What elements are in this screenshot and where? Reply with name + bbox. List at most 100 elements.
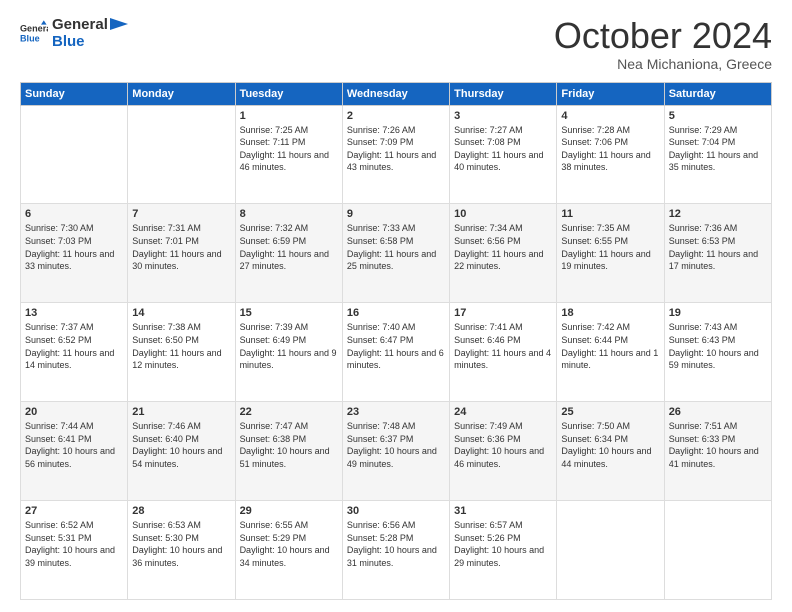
- day-info: Sunrise: 7:37 AM Sunset: 6:52 PM Dayligh…: [25, 321, 123, 371]
- day-info: Sunrise: 7:42 AM Sunset: 6:44 PM Dayligh…: [561, 321, 659, 371]
- header-sunday: Sunday: [21, 82, 128, 105]
- table-row: 9Sunrise: 7:33 AM Sunset: 6:58 PM Daylig…: [342, 204, 449, 303]
- table-row: 30 Sunrise: 6:56 AM Sunset: 5:28 PM Dayli…: [342, 501, 449, 600]
- day-info: Sunrise: 7:51 AM Sunset: 6:33 PM Dayligh…: [669, 420, 767, 470]
- table-row: 1 Sunrise: 7:25 AM Sunset: 7:11 PM Daylig…: [235, 105, 342, 204]
- table-row: 23 Sunrise: 7:48 AM Sunset: 6:37 PM Dayli…: [342, 402, 449, 501]
- day-number: 3: [454, 110, 552, 122]
- day-info: Sunrise: 7:29 AM Sunset: 7:04 PM Dayligh…: [669, 124, 767, 174]
- calendar-week-row: 20 Sunrise: 7:44 AM Sunset: 6:41 PM Dayli…: [21, 402, 772, 501]
- day-info: Sunrise: 7:30 AM Sunset: 7:03 PM Dayligh…: [25, 222, 123, 272]
- day-info: Sunrise: 7:33 AM Sunset: 6:58 PM Dayligh…: [347, 222, 445, 272]
- day-info: Sunrise: 7:35 AM Sunset: 6:55 PM Dayligh…: [561, 222, 659, 272]
- location-subtitle: Nea Michaniona, Greece: [554, 56, 772, 72]
- calendar-week-row: 6 Sunrise: 7:30 AM Sunset: 7:03 PM Daylig…: [21, 204, 772, 303]
- day-number: 6: [25, 208, 123, 220]
- header-friday: Friday: [557, 82, 664, 105]
- day-info: Sunrise: 7:47 AM Sunset: 6:38 PM Dayligh…: [240, 420, 338, 470]
- day-info: Sunrise: 7:34 AM Sunset: 6:56 PM Dayligh…: [454, 222, 552, 272]
- day-number: 23: [347, 406, 445, 418]
- day-number: 17: [454, 307, 552, 319]
- day-number: 21: [132, 406, 230, 418]
- table-row: 27 Sunrise: 6:52 AM Sunset: 5:31 PM Dayli…: [21, 501, 128, 600]
- day-info: Sunrise: 6:57 AM Sunset: 5:26 PM Dayligh…: [454, 519, 552, 569]
- header-wednesday: Wednesday: [342, 82, 449, 105]
- table-row: 6 Sunrise: 7:30 AM Sunset: 7:03 PM Daylig…: [21, 204, 128, 303]
- day-info: Sunrise: 7:40 AM Sunset: 6:47 PM Dayligh…: [347, 321, 445, 371]
- table-row: 31Sunrise: 6:57 AM Sunset: 5:26 PM Dayli…: [450, 501, 557, 600]
- day-number: 10: [454, 208, 552, 220]
- day-info: Sunrise: 6:52 AM Sunset: 5:31 PM Dayligh…: [25, 519, 123, 569]
- day-info: Sunrise: 7:25 AM Sunset: 7:11 PM Dayligh…: [240, 124, 338, 174]
- day-number: 30: [347, 505, 445, 517]
- calendar-header-row: Sunday Monday Tuesday Wednesday Thursday…: [21, 82, 772, 105]
- header-thursday: Thursday: [450, 82, 557, 105]
- day-info: Sunrise: 7:26 AM Sunset: 7:09 PM Dayligh…: [347, 124, 445, 174]
- table-row: 28Sunrise: 6:53 AM Sunset: 5:30 PM Dayli…: [128, 501, 235, 600]
- day-number: 16: [347, 307, 445, 319]
- table-row: 11Sunrise: 7:35 AM Sunset: 6:55 PM Dayli…: [557, 204, 664, 303]
- calendar-table: Sunday Monday Tuesday Wednesday Thursday…: [20, 82, 772, 600]
- day-number: 20: [25, 406, 123, 418]
- day-number: 4: [561, 110, 659, 122]
- page: General Blue General Blue October 2024 N…: [0, 0, 792, 612]
- header-tuesday: Tuesday: [235, 82, 342, 105]
- day-info: Sunrise: 6:55 AM Sunset: 5:29 PM Dayligh…: [240, 519, 338, 569]
- svg-text:General: General: [20, 24, 48, 34]
- day-number: 22: [240, 406, 338, 418]
- day-info: Sunrise: 7:49 AM Sunset: 6:36 PM Dayligh…: [454, 420, 552, 470]
- table-row: 15Sunrise: 7:39 AM Sunset: 6:49 PM Dayli…: [235, 303, 342, 402]
- day-number: 14: [132, 307, 230, 319]
- table-row: 2Sunrise: 7:26 AM Sunset: 7:09 PM Daylig…: [342, 105, 449, 204]
- day-number: 12: [669, 208, 767, 220]
- day-number: 19: [669, 307, 767, 319]
- day-info: Sunrise: 7:28 AM Sunset: 7:06 PM Dayligh…: [561, 124, 659, 174]
- table-row: [664, 501, 771, 600]
- day-info: Sunrise: 7:48 AM Sunset: 6:37 PM Dayligh…: [347, 420, 445, 470]
- day-info: Sunrise: 7:50 AM Sunset: 6:34 PM Dayligh…: [561, 420, 659, 470]
- day-info: Sunrise: 6:56 AM Sunset: 5:28 PM Dayligh…: [347, 519, 445, 569]
- table-row: 10 Sunrise: 7:34 AM Sunset: 6:56 PM Dayli…: [450, 204, 557, 303]
- logo-blue: Blue: [52, 33, 108, 50]
- day-info: Sunrise: 6:53 AM Sunset: 5:30 PM Dayligh…: [132, 519, 230, 569]
- day-number: 25: [561, 406, 659, 418]
- table-row: 21Sunrise: 7:46 AM Sunset: 6:40 PM Dayli…: [128, 402, 235, 501]
- month-title: October 2024: [554, 16, 772, 56]
- calendar-week-row: 13Sunrise: 7:37 AM Sunset: 6:52 PM Dayli…: [21, 303, 772, 402]
- day-number: 27: [25, 505, 123, 517]
- day-number: 26: [669, 406, 767, 418]
- table-row: [21, 105, 128, 204]
- table-row: 22 Sunrise: 7:47 AM Sunset: 6:38 PM Dayli…: [235, 402, 342, 501]
- day-info: Sunrise: 7:36 AM Sunset: 6:53 PM Dayligh…: [669, 222, 767, 272]
- day-info: Sunrise: 7:27 AM Sunset: 7:08 PM Dayligh…: [454, 124, 552, 174]
- table-row: [128, 105, 235, 204]
- header-saturday: Saturday: [664, 82, 771, 105]
- logo-icon: General Blue: [20, 19, 48, 47]
- table-row: 16 Sunrise: 7:40 AM Sunset: 6:47 PM Dayli…: [342, 303, 449, 402]
- table-row: 19 Sunrise: 7:43 AM Sunset: 6:43 PM Dayli…: [664, 303, 771, 402]
- calendar-week-row: 27 Sunrise: 6:52 AM Sunset: 5:31 PM Dayli…: [21, 501, 772, 600]
- table-row: 7Sunrise: 7:31 AM Sunset: 7:01 PM Daylig…: [128, 204, 235, 303]
- table-row: 4 Sunrise: 7:28 AM Sunset: 7:06 PM Daylig…: [557, 105, 664, 204]
- table-row: 14 Sunrise: 7:38 AM Sunset: 6:50 PM Dayli…: [128, 303, 235, 402]
- table-row: 25 Sunrise: 7:50 AM Sunset: 6:34 PM Dayli…: [557, 402, 664, 501]
- day-number: 7: [132, 208, 230, 220]
- day-info: Sunrise: 7:39 AM Sunset: 6:49 PM Dayligh…: [240, 321, 338, 371]
- day-number: 24: [454, 406, 552, 418]
- day-info: Sunrise: 7:38 AM Sunset: 6:50 PM Dayligh…: [132, 321, 230, 371]
- day-number: 5: [669, 110, 767, 122]
- day-number: 1: [240, 110, 338, 122]
- table-row: 24 Sunrise: 7:49 AM Sunset: 6:36 PM Dayli…: [450, 402, 557, 501]
- table-row: 12 Sunrise: 7:36 AM Sunset: 6:53 PM Dayli…: [664, 204, 771, 303]
- svg-text:Blue: Blue: [20, 34, 40, 44]
- day-info: Sunrise: 7:44 AM Sunset: 6:41 PM Dayligh…: [25, 420, 123, 470]
- table-row: [557, 501, 664, 600]
- day-info: Sunrise: 7:43 AM Sunset: 6:43 PM Dayligh…: [669, 321, 767, 371]
- table-row: 8Sunrise: 7:32 AM Sunset: 6:59 PM Daylig…: [235, 204, 342, 303]
- day-info: Sunrise: 7:41 AM Sunset: 6:46 PM Dayligh…: [454, 321, 552, 371]
- table-row: 5 Sunrise: 7:29 AM Sunset: 7:04 PM Daylig…: [664, 105, 771, 204]
- table-row: 20 Sunrise: 7:44 AM Sunset: 6:41 PM Dayli…: [21, 402, 128, 501]
- day-number: 8: [240, 208, 338, 220]
- table-row: 3 Sunrise: 7:27 AM Sunset: 7:08 PM Daylig…: [450, 105, 557, 204]
- table-row: 17 Sunrise: 7:41 AM Sunset: 6:46 PM Dayli…: [450, 303, 557, 402]
